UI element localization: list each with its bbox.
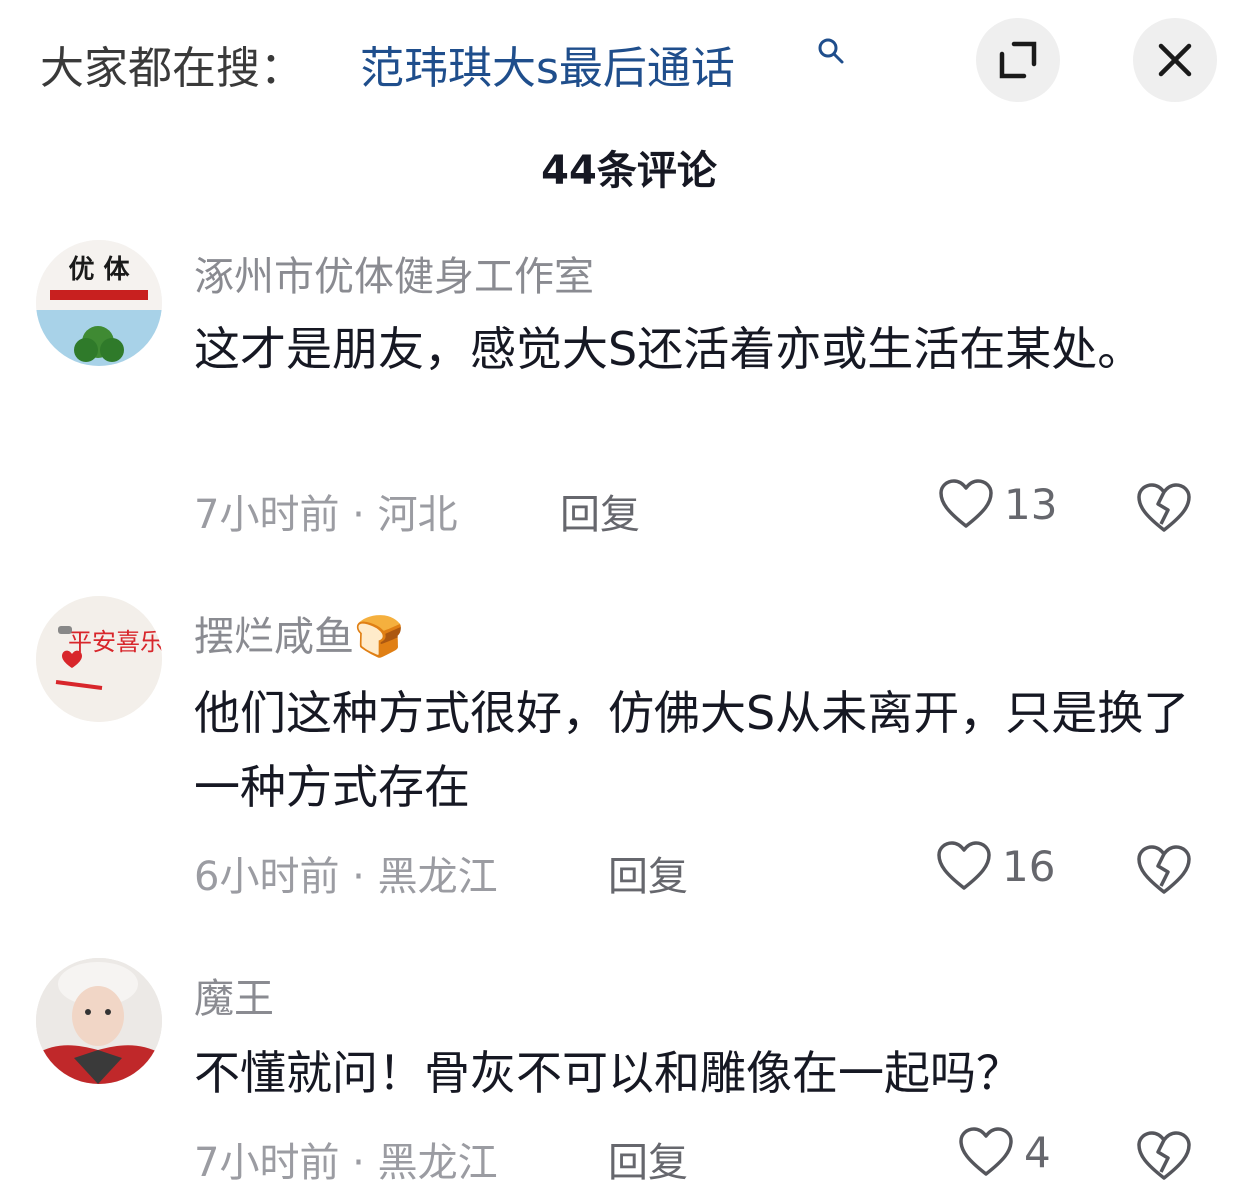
reply-button[interactable]: 回复 xyxy=(608,1130,688,1188)
like-count: 13 xyxy=(1004,479,1058,529)
broken-heart-icon[interactable] xyxy=(1136,1128,1192,1184)
comment-count-title: 44条评论 xyxy=(541,148,717,194)
avatar-logo-text: 优 体 xyxy=(68,255,130,285)
expand-button[interactable] xyxy=(976,18,1060,102)
comment-username[interactable]: 涿州市优体健身工作室 xyxy=(194,244,594,302)
comment-location: 黑龙江 xyxy=(377,854,498,900)
trending-search-prefix: 大家都在搜： xyxy=(40,43,304,94)
comment-location: 黑龙江 xyxy=(377,1140,498,1186)
comment-username[interactable]: 魔王 xyxy=(194,966,274,1024)
comment-text: 这才是朋友，感觉大S还活着亦或生活在某处。 xyxy=(194,322,1144,376)
meta-separator: · xyxy=(339,492,378,538)
meta-separator: · xyxy=(339,854,378,900)
comment-meta: 7小时前 · 黑龙江 xyxy=(194,1130,498,1188)
avatar[interactable] xyxy=(36,958,162,1084)
comment-text: 不懂就问！骨灰不可以和雕像在一起吗？ xyxy=(194,1046,1022,1100)
top-search-bar: 大家都在搜： 范玮琪大s最后通话 xyxy=(0,0,1258,130)
avatar[interactable]: 优 体 xyxy=(36,240,162,366)
comment-meta: 7小时前 · 河北 xyxy=(194,482,458,540)
meta-separator: · xyxy=(339,1140,378,1186)
broken-heart-icon[interactable] xyxy=(1136,842,1192,898)
reply-button[interactable]: 回复 xyxy=(560,482,640,540)
comment-time: 6小时前 xyxy=(194,854,340,900)
trending-search-link[interactable]: 范玮琪大s最后通话 xyxy=(360,32,735,96)
close-button[interactable] xyxy=(1133,18,1217,102)
broken-heart-icon[interactable] xyxy=(1136,480,1192,536)
like-count: 4 xyxy=(1024,1127,1051,1177)
avatar[interactable]: 平安喜乐 xyxy=(36,596,162,722)
comment-meta: 6小时前 · 黑龙江 xyxy=(194,844,498,902)
comment-username[interactable]: 摆烂咸鱼🍞 xyxy=(194,604,404,662)
heart-icon xyxy=(939,479,993,528)
comment-time: 7小时前 xyxy=(194,1140,340,1186)
expand-icon xyxy=(999,41,1037,79)
reply-button[interactable]: 回复 xyxy=(608,844,688,902)
comment-text: 他们这种方式很好，仿佛大S从未离开，只是换了一种方式存在 xyxy=(194,686,1190,814)
like-button[interactable]: 4 xyxy=(958,1126,1051,1178)
like-button[interactable]: 13 xyxy=(938,478,1057,530)
close-icon xyxy=(1158,43,1192,77)
comment-time: 7小时前 xyxy=(194,492,340,538)
like-button[interactable]: 16 xyxy=(936,840,1055,892)
heart-icon xyxy=(959,1127,1013,1176)
heart-icon xyxy=(937,841,991,890)
search-icon[interactable] xyxy=(816,36,846,66)
comment-location: 河北 xyxy=(377,492,458,538)
avatar-logo-text: 平安喜乐 xyxy=(68,628,162,656)
like-count: 16 xyxy=(1002,841,1056,891)
